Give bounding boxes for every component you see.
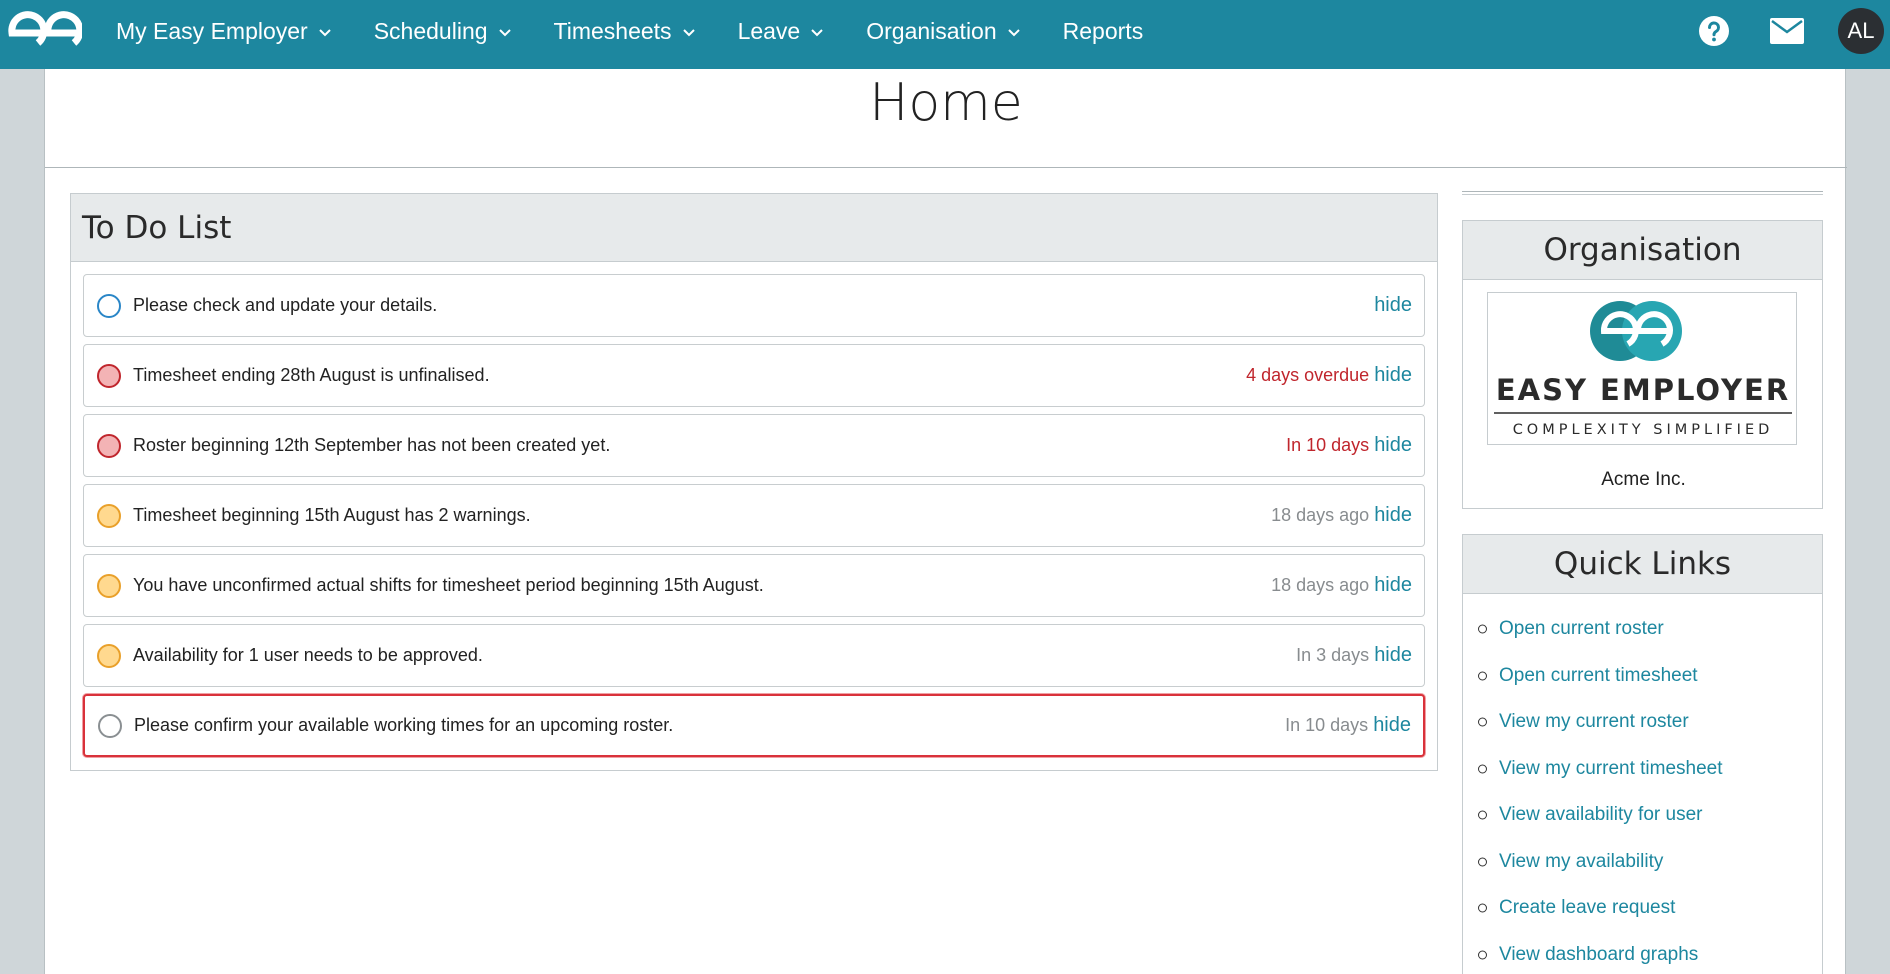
todo-item-text: Timesheet ending 28th August is unfinali… bbox=[133, 365, 490, 385]
organisation-title: Organisation bbox=[1463, 221, 1822, 280]
organisation-logo-image: EASY EMPLOYER COMPLEXITY SIMPLIFIED bbox=[1494, 301, 1792, 438]
hide-link[interactable]: hide bbox=[1374, 644, 1412, 667]
status-circle-icon bbox=[97, 293, 121, 318]
nav-item-timesheets[interactable]: Timesheets bbox=[554, 18, 696, 45]
chevron-down-icon bbox=[811, 29, 823, 37]
hide-link[interactable]: hide bbox=[1374, 294, 1412, 317]
nav-item-reports[interactable]: Reports bbox=[1063, 18, 1144, 45]
todo-item-text: Please check and update your details. bbox=[133, 295, 438, 315]
easy-employer-logo[interactable] bbox=[4, 10, 82, 56]
organisation-panel: Organisation EASY EMPLOYER COMPLEXITY SI… bbox=[1462, 220, 1823, 509]
todo-item-text: Please confirm your available working ti… bbox=[134, 715, 674, 735]
top-navigation-bar: My Easy Employer Scheduling Timesheets Leav… bbox=[0, 0, 1890, 69]
nav-item-label: Leave bbox=[737, 17, 801, 44]
todo-item[interactable]: Timesheet beginning 15th August has 2 wa… bbox=[83, 484, 1425, 547]
todo-item[interactable]: Availability for 1 user needs to be appr… bbox=[83, 624, 1425, 687]
quick-link-item: Create leave request bbox=[1463, 885, 1822, 932]
nav-item-label: Timesheets bbox=[553, 17, 672, 44]
todo-item[interactable]: You have unconfirmed actual shifts for t… bbox=[83, 554, 1425, 617]
todo-list-title: To Do List bbox=[71, 194, 1437, 262]
quick-link-item: Open current roster bbox=[1463, 606, 1822, 653]
quick-link-open-current-roster[interactable]: Open current roster bbox=[1499, 618, 1664, 640]
quick-links-panel: Quick Links Open current roster Open curr… bbox=[1462, 534, 1823, 974]
todo-item-text: Availability for 1 user needs to be appr… bbox=[133, 645, 483, 665]
quick-link-item: View my availability bbox=[1463, 839, 1822, 886]
nav-item-label: Reports bbox=[1062, 17, 1144, 44]
nav-item-my-easy-employer[interactable]: My Easy Employer bbox=[116, 18, 332, 45]
nav-item-organisation[interactable]: Organisation bbox=[866, 18, 1020, 45]
quick-link-view-my-availability[interactable]: View my availability bbox=[1499, 851, 1663, 873]
chevron-down-icon bbox=[319, 29, 331, 37]
organisation-logo: EASY EMPLOYER COMPLEXITY SIMPLIFIED bbox=[1487, 292, 1797, 445]
todo-item[interactable]: Please confirm your available working ti… bbox=[83, 694, 1425, 757]
nav-item-label: Organisation bbox=[866, 17, 997, 44]
todo-item[interactable]: Please check and update your details. hid… bbox=[83, 274, 1425, 337]
todo-item-due: In 3 days bbox=[1296, 645, 1370, 665]
status-circle-icon bbox=[97, 363, 121, 388]
quick-links-list: Open current roster Open current timeshee… bbox=[1463, 594, 1822, 974]
hide-link[interactable]: hide bbox=[1374, 434, 1412, 457]
chevron-down-icon bbox=[498, 29, 511, 37]
hide-link[interactable]: hide bbox=[1374, 574, 1412, 597]
todo-list-panel: To Do List Please check and update your … bbox=[70, 193, 1438, 771]
main-menu: My Easy Employer Scheduling Timesheets Leav… bbox=[116, 0, 1185, 62]
svg-text:COMPLEXITY SIMPLIFIED: COMPLEXITY SIMPLIFIED bbox=[1513, 422, 1774, 438]
todo-item-due: In 10 days bbox=[1285, 715, 1369, 735]
quick-link-view-my-current-roster[interactable]: View my current roster bbox=[1499, 711, 1689, 733]
quick-link-view-availability-for-user[interactable]: View availability for user bbox=[1499, 804, 1702, 826]
quick-link-item: View my current roster bbox=[1463, 699, 1822, 746]
nav-item-label: Scheduling bbox=[373, 17, 488, 44]
todo-item[interactable]: Timesheet ending 28th August is unfinali… bbox=[83, 344, 1425, 407]
hide-link[interactable]: hide bbox=[1373, 714, 1411, 737]
page-title: Home bbox=[869, 73, 1023, 133]
todo-item[interactable]: Roster beginning 12th September has not … bbox=[83, 414, 1425, 477]
status-circle-icon bbox=[97, 433, 121, 458]
help-icon[interactable] bbox=[1698, 15, 1730, 47]
hide-link[interactable]: hide bbox=[1374, 504, 1412, 527]
quick-link-item: View my current timesheet bbox=[1463, 746, 1822, 793]
chevron-down-icon bbox=[1007, 29, 1020, 37]
nav-item-scheduling[interactable]: Scheduling bbox=[374, 18, 512, 45]
todo-item-due: 18 days ago bbox=[1271, 575, 1370, 595]
quick-links-title: Quick Links bbox=[1463, 535, 1822, 594]
status-circle-icon bbox=[98, 713, 122, 738]
user-avatar[interactable]: AL bbox=[1838, 8, 1884, 54]
main-content: Home To Do List Please check and update … bbox=[44, 69, 1847, 974]
quick-link-view-dashboard-graphs[interactable]: View dashboard graphs bbox=[1499, 944, 1698, 966]
todo-list: Please check and update your details. hid… bbox=[71, 262, 1437, 757]
quick-link-open-current-timesheet[interactable]: Open current timesheet bbox=[1499, 665, 1698, 687]
todo-item-due: In 10 days bbox=[1286, 435, 1370, 455]
title-divider bbox=[45, 167, 1847, 168]
todo-item-text: Timesheet beginning 15th August has 2 wa… bbox=[133, 505, 531, 525]
organisation-name: Acme Inc. bbox=[1601, 469, 1686, 490]
nav-right-actions: AL bbox=[1698, 0, 1890, 62]
todo-item-text: You have unconfirmed actual shifts for t… bbox=[133, 575, 764, 595]
status-circle-icon bbox=[97, 643, 121, 668]
quick-link-item: View dashboard graphs bbox=[1463, 932, 1822, 974]
hide-link[interactable]: hide bbox=[1374, 364, 1412, 387]
quick-link-create-leave-request[interactable]: Create leave request bbox=[1499, 897, 1675, 919]
todo-item-due: 4 days overdue bbox=[1246, 365, 1370, 385]
chevron-down-icon bbox=[682, 29, 695, 37]
svg-text:EASY EMPLOYER: EASY EMPLOYER bbox=[1496, 373, 1790, 407]
todo-item-due: 18 days ago bbox=[1271, 505, 1370, 525]
sidebar-divider bbox=[1462, 191, 1823, 195]
todo-item-text: Roster beginning 12th September has not … bbox=[133, 435, 611, 455]
quick-link-item: View availability for user bbox=[1463, 792, 1822, 839]
mail-icon[interactable] bbox=[1770, 18, 1804, 44]
nav-item-label: My Easy Employer bbox=[116, 17, 308, 44]
quick-link-view-my-current-timesheet[interactable]: View my current timesheet bbox=[1499, 758, 1723, 780]
status-circle-icon bbox=[97, 573, 121, 598]
quick-link-item: Open current timesheet bbox=[1463, 653, 1822, 700]
nav-item-leave[interactable]: Leave bbox=[738, 18, 825, 45]
status-circle-icon bbox=[97, 503, 121, 528]
